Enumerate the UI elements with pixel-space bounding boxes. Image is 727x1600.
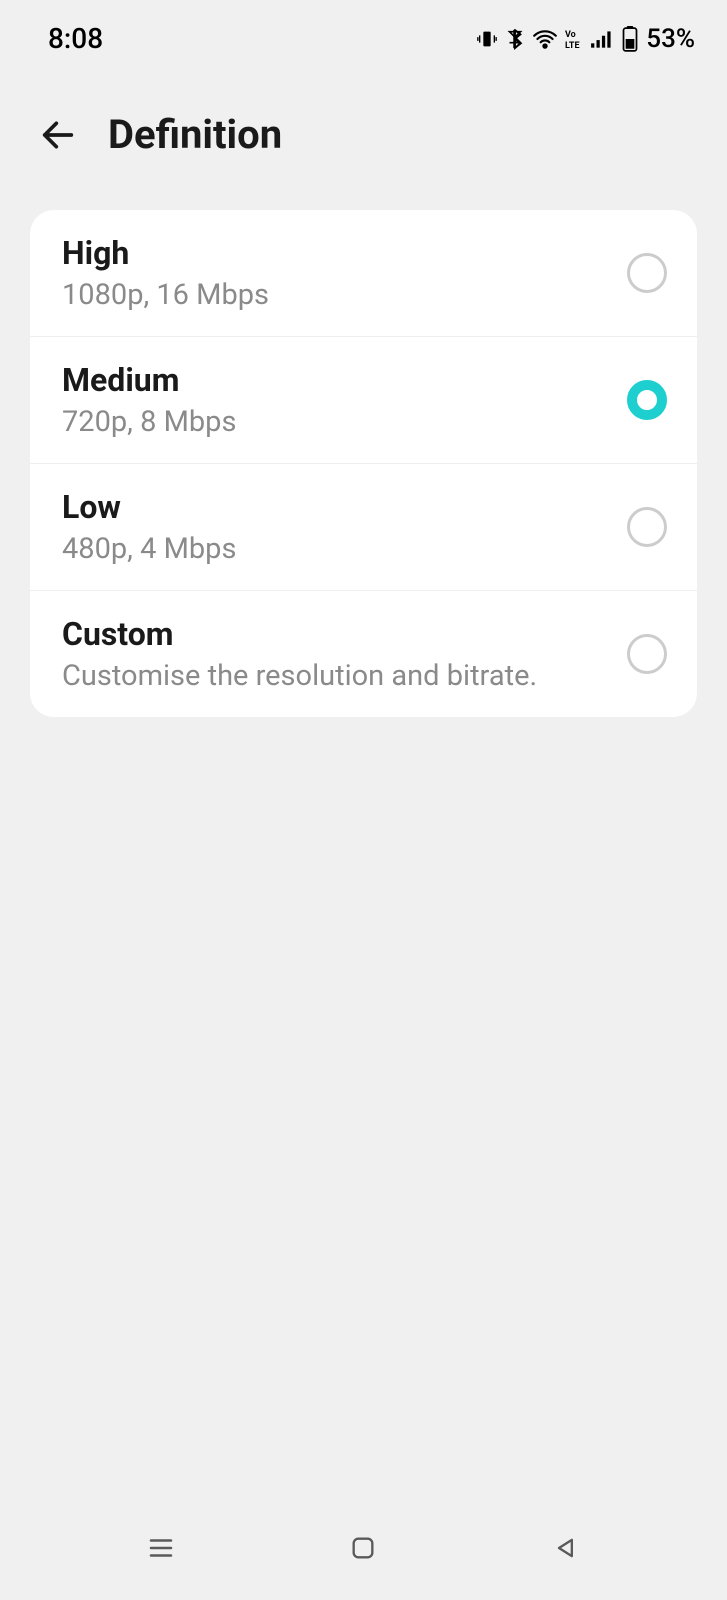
page-title: Definition [108,111,282,158]
back-arrow-icon [38,115,78,155]
option-text: High 1080p, 16 Mbps [62,234,627,312]
wifi-icon [532,28,558,50]
battery-percent: 53% [646,24,695,54]
option-label: Medium [62,361,627,399]
option-custom[interactable]: Custom Customise the resolution and bitr… [30,591,697,717]
nav-bar [0,1510,727,1600]
bluetooth-icon [504,28,526,50]
radio-high[interactable] [627,253,667,293]
radio-custom[interactable] [627,634,667,674]
option-medium[interactable]: Medium 720p, 8 Mbps [30,337,697,464]
options-card: High 1080p, 16 Mbps Medium 720p, 8 Mbps … [30,210,697,717]
option-text: Custom Customise the resolution and bitr… [62,615,627,693]
recents-button[interactable] [141,1528,181,1568]
svg-text:LTE: LTE [565,41,580,50]
back-nav-button[interactable] [546,1528,586,1568]
home-button[interactable] [343,1528,383,1568]
radio-low[interactable] [627,507,667,547]
option-text: Medium 720p, 8 Mbps [62,361,627,439]
option-high[interactable]: High 1080p, 16 Mbps [30,210,697,337]
recents-icon [146,1533,176,1563]
option-desc: 1080p, 16 Mbps [62,278,627,312]
back-button[interactable] [36,113,80,157]
option-desc: 720p, 8 Mbps [62,405,627,439]
vibrate-icon [476,28,498,50]
option-label: High [62,234,627,272]
signal-icon [590,28,616,50]
option-desc: Customise the resolution and bitrate. [62,659,627,693]
option-desc: 480p, 4 Mbps [62,532,627,566]
radio-medium[interactable] [627,380,667,420]
home-icon [349,1534,377,1562]
option-text: Low 480p, 4 Mbps [62,488,627,566]
status-right: VoLTE 53% [476,24,695,54]
battery-icon [622,26,638,52]
svg-text:Vo: Vo [565,30,576,40]
header: Definition [0,63,727,192]
option-label: Low [62,488,627,526]
option-low[interactable]: Low 480p, 4 Mbps [30,464,697,591]
option-label: Custom [62,615,627,653]
back-triangle-icon [552,1534,580,1562]
status-bar: 8:08 VoLTE 53% [0,0,727,63]
volte-icon: VoLTE [564,28,584,50]
status-icons: VoLTE [476,26,638,52]
status-time: 8:08 [48,22,103,55]
